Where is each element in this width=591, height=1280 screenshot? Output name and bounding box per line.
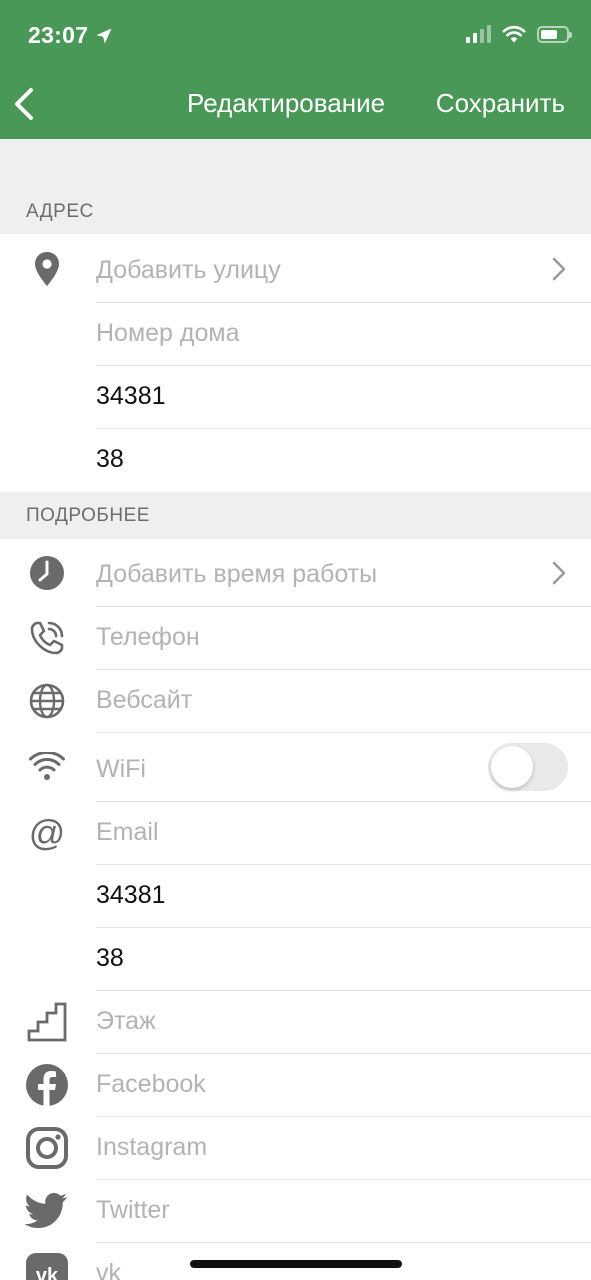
wifi-icon	[24, 744, 70, 790]
save-button[interactable]: Сохранить	[436, 88, 565, 119]
details-value-field-1[interactable]: 34381	[0, 865, 591, 928]
battery-icon	[537, 25, 572, 43]
twitter-icon	[24, 1188, 70, 1234]
instagram-field[interactable]: Instagram	[0, 1117, 591, 1180]
cellular-signal-icon	[466, 25, 491, 43]
house-number-placeholder: Номер дома	[96, 319, 240, 347]
details-value-1: 34381	[96, 881, 166, 909]
details-value-2: 38	[96, 944, 124, 972]
map-pin-icon	[24, 246, 70, 292]
address-section-header: АДРЕС	[0, 139, 591, 234]
website-field[interactable]: Вебсайт	[0, 670, 591, 733]
chevron-right-icon	[552, 257, 566, 281]
clock-icon	[24, 550, 70, 596]
status-time: 23:07	[28, 22, 114, 49]
status-indicators	[466, 24, 572, 44]
details-section-label: ПОДРОБНЕЕ	[26, 505, 150, 526]
phone-icon	[24, 615, 70, 661]
wifi-row: WiFi	[0, 733, 591, 802]
phone-field[interactable]: Телефон	[0, 607, 591, 670]
stairs-icon	[24, 999, 70, 1045]
add-street-row[interactable]: Добавить улицу	[0, 234, 591, 303]
back-chevron-icon[interactable]	[10, 84, 40, 124]
address-value-2: 38	[96, 445, 124, 473]
globe-icon	[24, 678, 70, 724]
vk-placeholder: vk	[96, 1259, 121, 1280]
details-value-field-2[interactable]: 38	[0, 928, 591, 991]
home-indicator	[190, 1260, 402, 1268]
add-hours-row[interactable]: Добавить время работы	[0, 539, 591, 607]
house-number-field[interactable]: Номер дома	[0, 303, 591, 366]
floor-field[interactable]: Этаж	[0, 991, 591, 1054]
facebook-field[interactable]: Facebook	[0, 1054, 591, 1117]
hours-placeholder: Добавить время работы	[96, 560, 378, 588]
wifi-label: WiFi	[96, 755, 146, 783]
wifi-toggle[interactable]	[488, 743, 568, 791]
wifi-status-icon	[502, 25, 526, 43]
details-section-header: ПОДРОБНЕЕ	[0, 492, 591, 539]
twitter-field[interactable]: Twitter	[0, 1180, 591, 1243]
location-arrow-icon	[96, 28, 112, 43]
address-value-1: 34381	[96, 382, 166, 410]
instagram-placeholder: Instagram	[96, 1133, 208, 1161]
at-sign-icon: @	[28, 812, 66, 853]
address-value-field-2[interactable]: 38	[0, 429, 591, 492]
facebook-placeholder: Facebook	[96, 1070, 206, 1098]
email-field[interactable]: @ Email	[0, 802, 591, 865]
instagram-icon	[24, 1125, 70, 1171]
facebook-icon	[24, 1062, 70, 1108]
website-placeholder: Вебсайт	[96, 686, 193, 714]
wifi-toggle-knob	[491, 746, 533, 788]
status-time-text: 23:07	[28, 22, 89, 48]
street-placeholder: Добавить улицу	[96, 256, 281, 284]
twitter-placeholder: Twitter	[96, 1196, 170, 1224]
email-placeholder: Email	[96, 818, 159, 846]
top-bar: 23:07 Редактирование Сохранить	[0, 0, 591, 139]
address-section-label: АДРЕС	[26, 201, 94, 222]
address-value-field-1[interactable]: 34381	[0, 366, 591, 429]
edit-screen: 23:07 Редактирование Сохранить АДРЕС Доб…	[0, 0, 591, 1280]
svg-text:vk: vk	[36, 1265, 59, 1280]
vk-icon: vk	[24, 1251, 70, 1280]
page-title: Редактирование	[187, 88, 386, 118]
floor-placeholder: Этаж	[96, 1007, 156, 1035]
phone-placeholder: Телефон	[96, 623, 200, 651]
chevron-right-icon	[552, 561, 566, 585]
